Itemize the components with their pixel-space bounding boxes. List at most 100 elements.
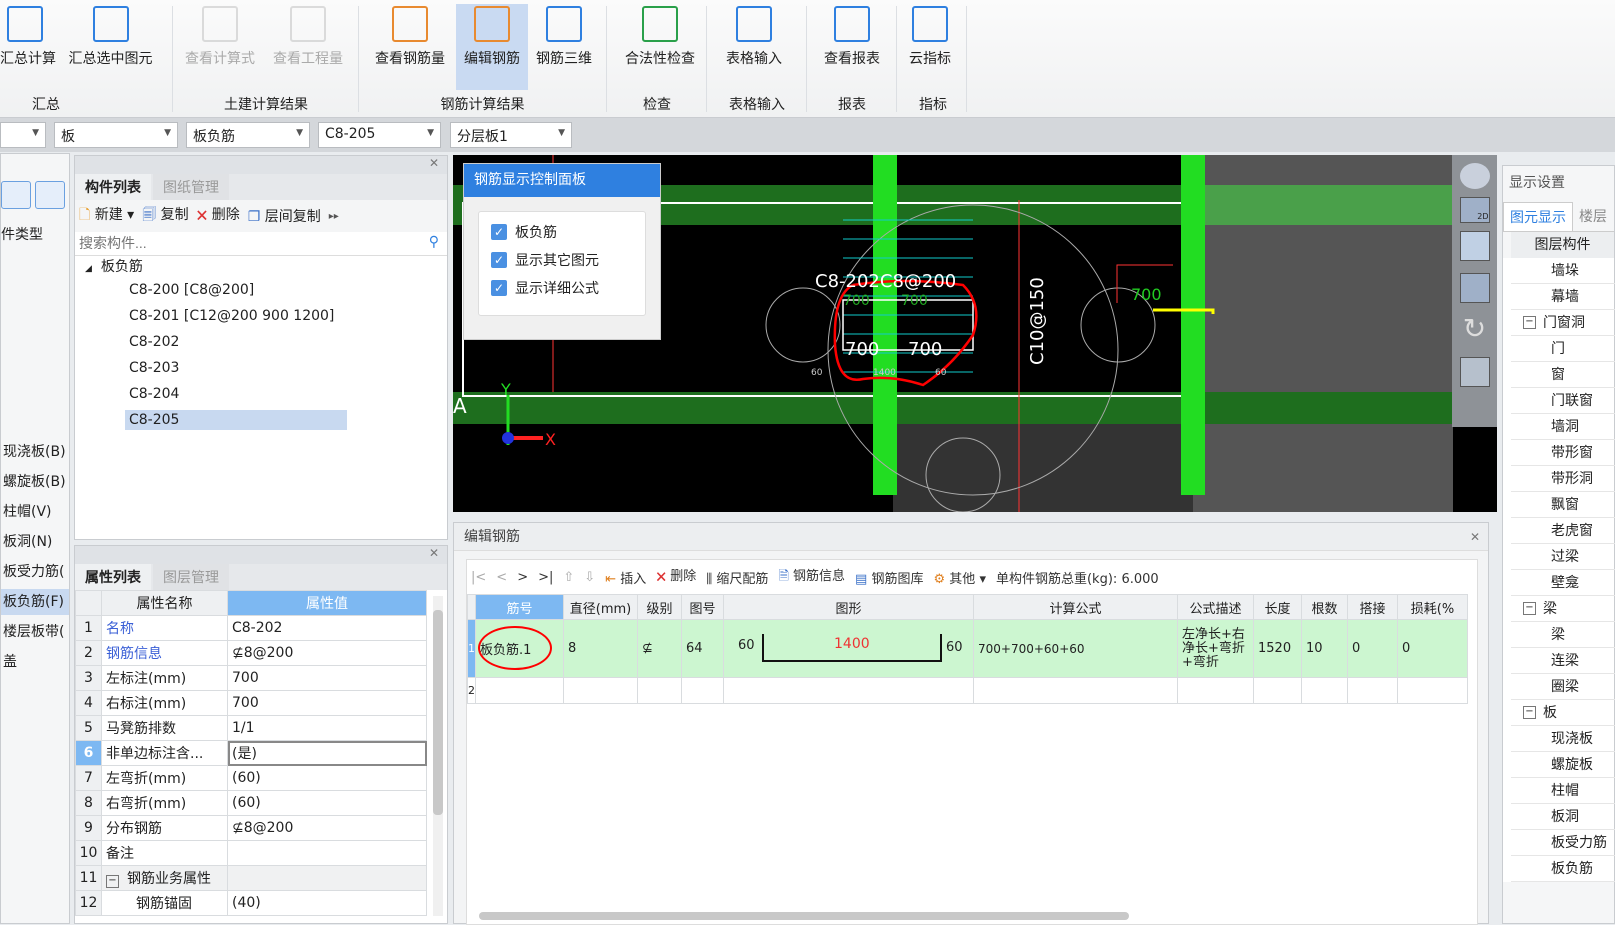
ribbon-button-5[interactable]: 编辑钢筋 bbox=[456, 4, 528, 90]
empty-cell[interactable] bbox=[1253, 677, 1302, 704]
layer-item[interactable]: − 梁 bbox=[1511, 596, 1615, 622]
layer-item[interactable]: 梁 bbox=[1511, 622, 1615, 648]
col-header[interactable]: 损耗(% bbox=[1397, 594, 1468, 620]
component-type-item[interactable]: 盖 bbox=[1, 649, 69, 675]
empty-cell[interactable] bbox=[475, 677, 564, 704]
collapse-icon[interactable]: ◢ bbox=[85, 264, 92, 274]
tab-layer-management[interactable]: 图层管理 bbox=[153, 564, 229, 590]
layer-item[interactable]: 门 bbox=[1511, 336, 1615, 362]
floor-copy-button[interactable]: ❐ 层间复制 bbox=[248, 206, 321, 226]
layer-item[interactable]: 板受力筋 bbox=[1511, 830, 1615, 856]
component-type-item[interactable]: 柱帽(V) bbox=[1, 499, 69, 525]
property-value[interactable]: (60) bbox=[227, 790, 427, 816]
property-value[interactable]: ⊈8@200 bbox=[227, 815, 427, 841]
property-value[interactable] bbox=[227, 840, 427, 866]
rebar-count[interactable]: 10 bbox=[1301, 619, 1348, 678]
layer-item[interactable]: 过梁 bbox=[1511, 544, 1615, 570]
col-header[interactable]: 直径(mm) bbox=[563, 594, 638, 620]
property-value[interactable]: C8-202 bbox=[227, 615, 427, 641]
property-row[interactable]: 5 马凳筋排数 1/1 bbox=[75, 715, 427, 741]
filter-combo-2[interactable]: 板负筋 ▼ bbox=[186, 122, 310, 148]
layer-item[interactable]: − 门窗洞 bbox=[1511, 310, 1615, 336]
layer-item[interactable]: 现浇板 bbox=[1511, 726, 1615, 752]
next-button[interactable]: > bbox=[517, 570, 528, 585]
rebar-row[interactable]: 2 bbox=[467, 677, 1468, 704]
property-row[interactable]: 8 右弯折(mm) (60) bbox=[75, 790, 427, 816]
col-header[interactable]: 级别 bbox=[637, 594, 682, 620]
prev-button[interactable]: < bbox=[496, 570, 507, 585]
collapse-icon[interactable]: − bbox=[106, 875, 119, 888]
property-value[interactable]: ⊈8@200 bbox=[227, 640, 427, 666]
display-option[interactable]: ✓ 显示详细公式 bbox=[479, 274, 645, 302]
property-row[interactable]: 1 名称 C8-202 bbox=[75, 615, 427, 641]
close-icon[interactable]: ✕ bbox=[1470, 523, 1480, 551]
ribbon-button-8[interactable]: 表格输入 bbox=[712, 4, 796, 90]
ribbon-button-4[interactable]: 查看钢筋量 bbox=[366, 4, 454, 90]
rebar-info-button[interactable]: 🗎 钢筋信息 bbox=[778, 565, 845, 589]
collapse-icon[interactable]: − bbox=[1523, 602, 1536, 615]
property-value[interactable]: (是) bbox=[227, 740, 427, 766]
empty-cell[interactable] bbox=[1347, 677, 1398, 704]
layer-item[interactable]: 壁龛 bbox=[1511, 570, 1615, 596]
ribbon-button-0[interactable]: 汇总计算 bbox=[0, 4, 56, 90]
tab-drawing-management[interactable]: 图纸管理 bbox=[153, 174, 229, 200]
property-value[interactable]: 1/1 bbox=[227, 715, 427, 741]
empty-cell[interactable] bbox=[973, 677, 1178, 704]
component-type-item[interactable]: 现浇板(B) bbox=[1, 439, 69, 465]
rebar-dia[interactable]: 8 bbox=[563, 619, 638, 678]
tree-group-slab-negative-rebar[interactable]: ◢ 板负筋 bbox=[85, 256, 143, 276]
component-item[interactable]: C8-203 bbox=[125, 358, 183, 378]
filter-combo-0[interactable]: ▼ bbox=[0, 122, 46, 148]
layer-item[interactable]: 带形窗 bbox=[1511, 440, 1615, 466]
property-value[interactable] bbox=[227, 865, 427, 891]
checkbox-checked-icon[interactable]: ✓ bbox=[491, 224, 507, 240]
layer-item[interactable]: 圈梁 bbox=[1511, 674, 1615, 700]
rebar-row[interactable]: 1 板负筋.1 8 ⊈ 64 60 1400 60 700+700+60+60 左净长+右净长+弯… bbox=[467, 619, 1468, 678]
list-view-icon[interactable] bbox=[1, 181, 31, 209]
ribbon-button-3[interactable]: 查看工程量 bbox=[264, 4, 352, 90]
layer-item[interactable]: 飘窗 bbox=[1511, 492, 1615, 518]
property-row[interactable]: 2 钢筋信息 ⊈8@200 bbox=[75, 640, 427, 666]
layer-item[interactable]: 墙洞 bbox=[1511, 414, 1615, 440]
view-2d-icon[interactable]: 2D bbox=[1459, 197, 1490, 223]
property-value[interactable]: 700 bbox=[227, 665, 427, 691]
layer-item[interactable]: − 板 bbox=[1511, 700, 1615, 726]
col-header[interactable]: 图形 bbox=[723, 594, 974, 620]
col-header[interactable]: 长度 bbox=[1253, 594, 1302, 620]
property-value[interactable]: 700 bbox=[227, 690, 427, 716]
insert-button[interactable]: ⇤ 插入 bbox=[605, 568, 646, 587]
ribbon-button-1[interactable]: 汇总选中图元 bbox=[58, 4, 163, 90]
display-option[interactable]: ✓ 显示其它图元 bbox=[479, 246, 645, 274]
filter-combo-1[interactable]: 板 ▼ bbox=[54, 122, 178, 148]
close-icon[interactable]: ✕ bbox=[429, 546, 439, 560]
col-header[interactable]: 公式描述 bbox=[1177, 594, 1254, 620]
col-header[interactable]: 图号 bbox=[681, 594, 724, 620]
col-header[interactable]: 计算公式 bbox=[973, 594, 1178, 620]
layer-item[interactable]: 连梁 bbox=[1511, 648, 1615, 674]
col-header[interactable]: 搭接 bbox=[1347, 594, 1398, 620]
more-icon[interactable]: ▸▸ bbox=[329, 211, 339, 222]
new-button[interactable]: 🗋 新建 ▾ bbox=[79, 204, 134, 228]
property-row[interactable]: 7 左弯折(mm) (60) bbox=[75, 765, 427, 791]
rebar-shape[interactable]: 60 1400 60 bbox=[723, 619, 974, 678]
collapse-icon[interactable]: − bbox=[1523, 316, 1536, 329]
layer-item[interactable]: 幕墙 bbox=[1511, 284, 1615, 310]
rebar-loss[interactable]: 0 bbox=[1397, 619, 1468, 678]
property-value[interactable]: (60) bbox=[227, 765, 427, 791]
property-row[interactable]: 6 非单边标注含... (是) bbox=[75, 740, 427, 766]
layer-item[interactable]: 螺旋板 bbox=[1511, 752, 1615, 778]
empty-cell[interactable] bbox=[1177, 677, 1254, 704]
search-input[interactable] bbox=[75, 232, 405, 254]
view-cube-icon[interactable] bbox=[1459, 273, 1490, 303]
layer-item[interactable]: 板负筋 bbox=[1511, 856, 1615, 882]
ribbon-button-2[interactable]: 查看计算式 bbox=[176, 4, 264, 90]
view-3d-box-icon[interactable] bbox=[1459, 231, 1490, 261]
delete-button[interactable]: 🗙 删除 bbox=[656, 565, 696, 589]
orbit-icon[interactable] bbox=[1459, 163, 1490, 189]
move-up-icon[interactable]: ⇧ bbox=[563, 570, 574, 585]
scale-rebar-button[interactable]: ⫼ 缩尺配筋 bbox=[706, 568, 768, 587]
property-row[interactable]: 4 右标注(mm) 700 bbox=[75, 690, 427, 716]
component-type-item[interactable]: 板负筋(F) bbox=[1, 589, 69, 615]
tab-property-list[interactable]: 属性列表 bbox=[75, 564, 151, 590]
rebar-desc[interactable]: 左净长+右净长+弯折+弯折 bbox=[1177, 619, 1254, 678]
